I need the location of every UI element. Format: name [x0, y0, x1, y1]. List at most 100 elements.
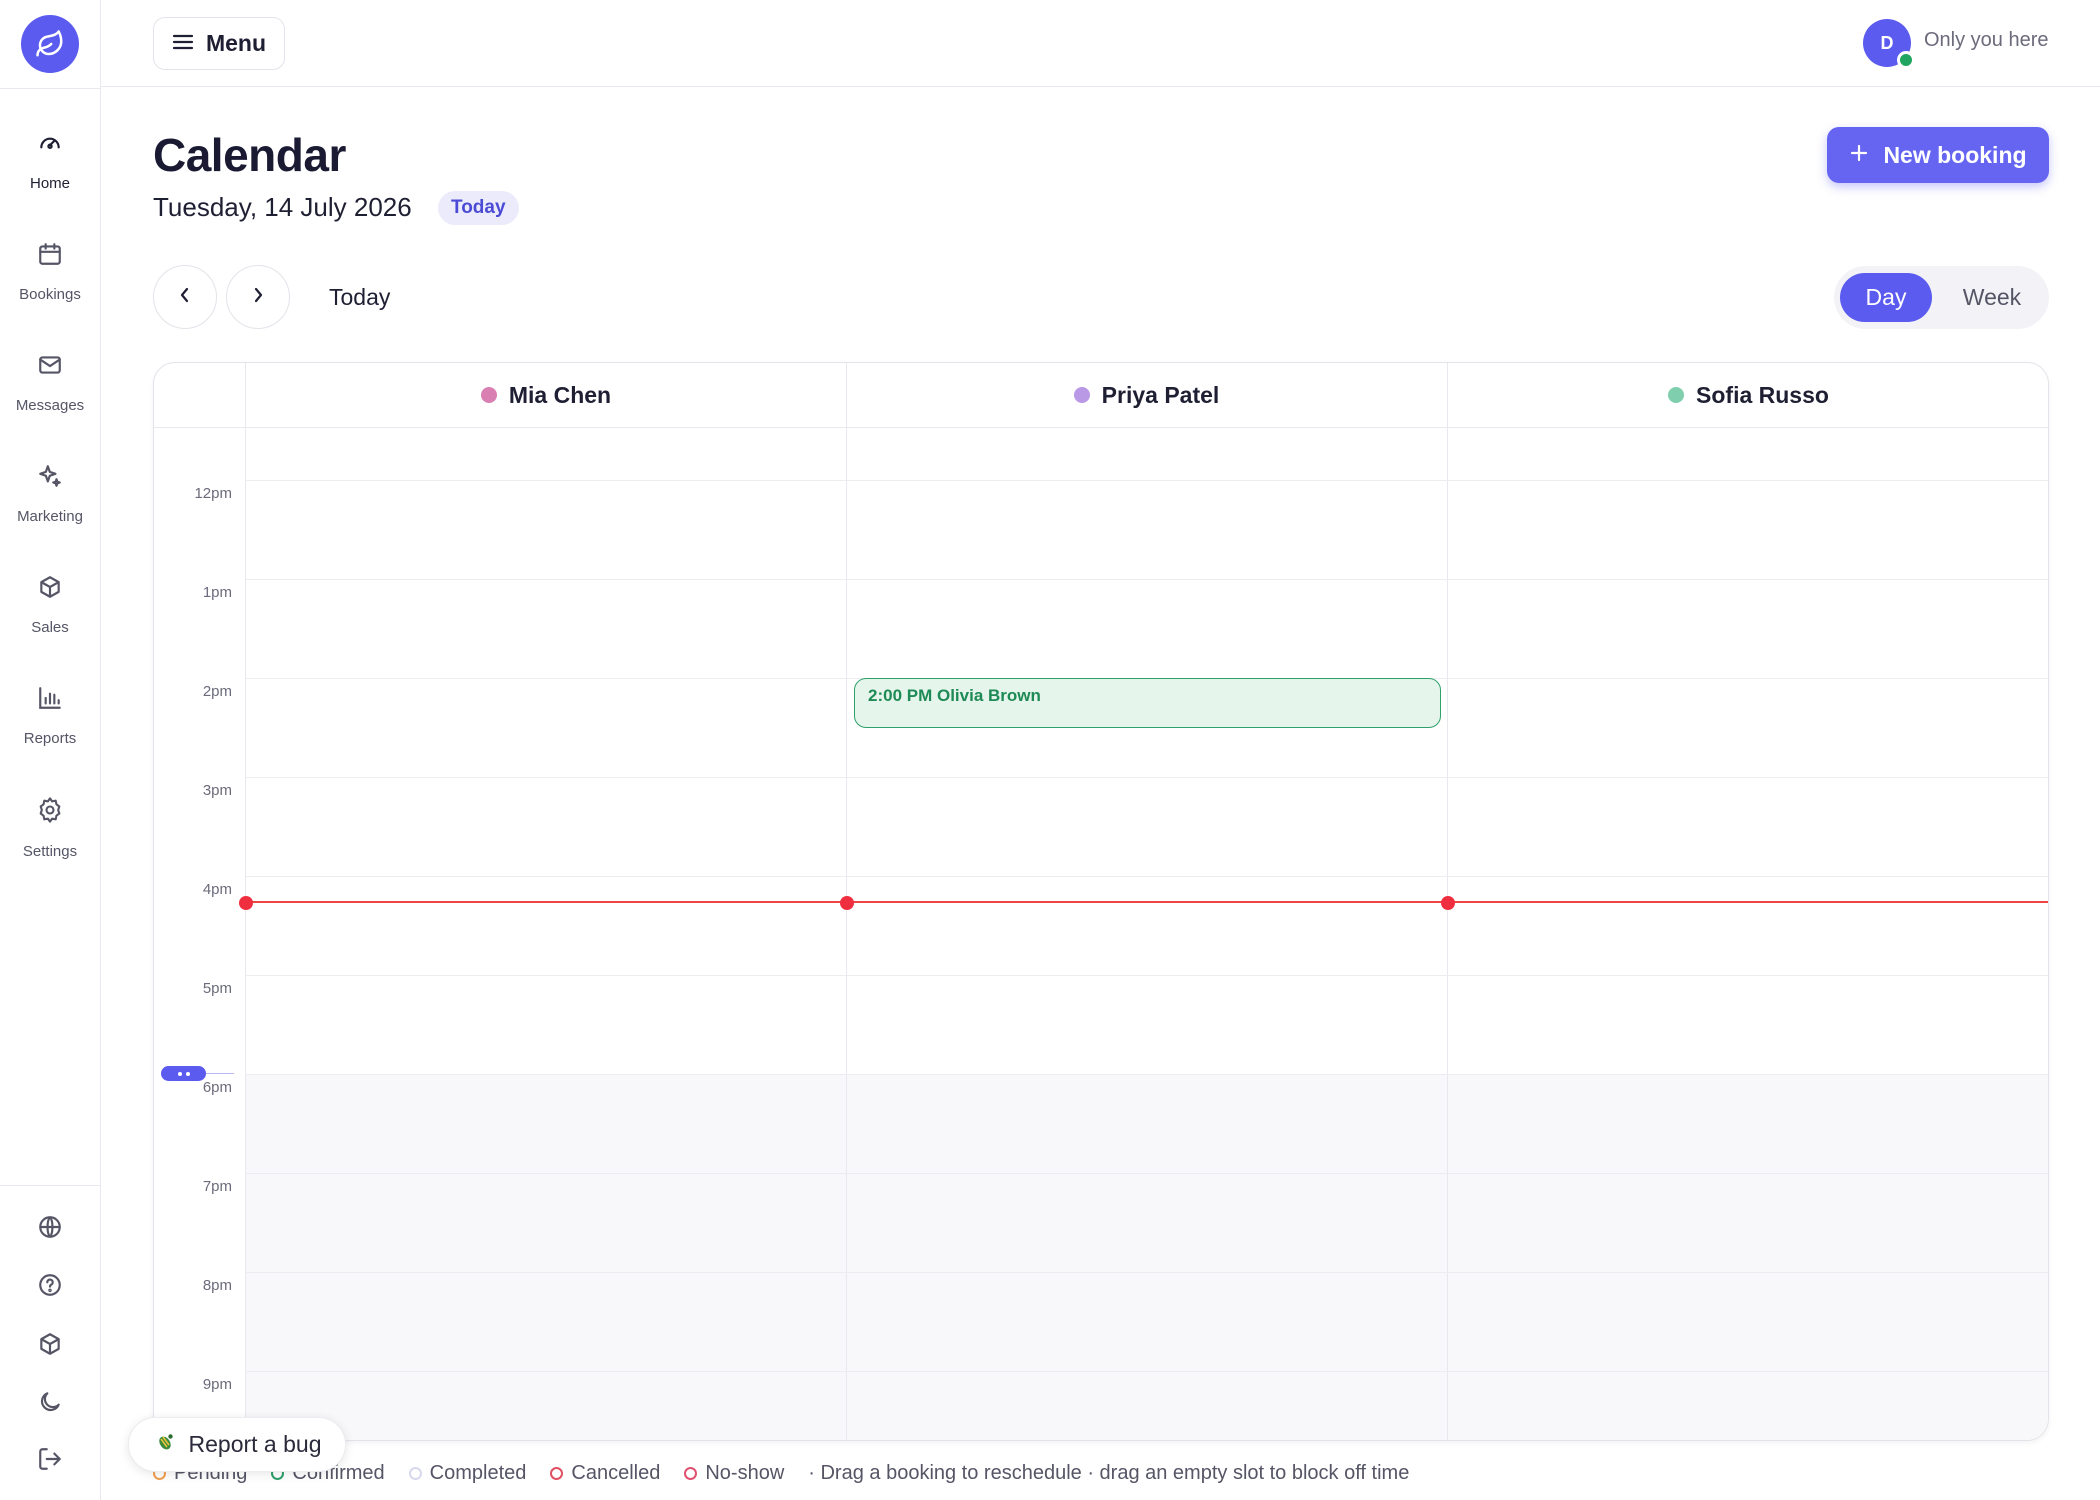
hour-line [245, 1371, 2048, 1372]
menu-label: Menu [205, 30, 267, 56]
sidebar-item-label: Reports [23, 730, 77, 747]
box-icon [37, 574, 63, 605]
help-icon[interactable] [34, 1269, 66, 1301]
legend-item-completed: Completed [408, 1461, 527, 1485]
hour-line [245, 480, 2048, 481]
legend-hint: · Drag a booking to reschedule · drag an… [808, 1461, 1410, 1484]
new-booking-button[interactable]: New booking [1827, 127, 2049, 183]
time-label: 3pm [202, 782, 232, 799]
business-hours-guide [206, 1073, 234, 1074]
staff-name: Sofia Russo [1696, 381, 1829, 408]
calendar-icon [37, 241, 63, 272]
time-label: 7pm [202, 1178, 232, 1195]
hamburger-icon [172, 30, 194, 57]
legend-item-cancelled: Cancelled [550, 1462, 660, 1485]
sidebar-item-label: Marketing [17, 508, 83, 525]
logout-icon[interactable] [34, 1443, 66, 1475]
sidebar-item-sales[interactable]: Sales [0, 574, 100, 636]
sidebar-item-bookings[interactable]: Bookings [0, 241, 100, 303]
status-ring-icon [550, 1466, 564, 1480]
bug-icon [153, 1430, 177, 1460]
view-day-button[interactable]: Day [1840, 273, 1932, 322]
previous-day-button[interactable] [153, 265, 217, 329]
hour-line [245, 1173, 2048, 1174]
sidebar-item-home[interactable]: Home [0, 130, 100, 192]
bar-chart-icon [37, 685, 63, 716]
current-time-dot [1441, 896, 1455, 910]
sidebar-item-settings[interactable]: Settings [0, 796, 100, 860]
staff-name: Mia Chen [508, 381, 612, 408]
sparkle-icon [37, 463, 63, 494]
sidebar-item-label: Bookings [19, 286, 81, 303]
globe-icon[interactable] [34, 1211, 66, 1243]
gauge-icon [37, 130, 63, 161]
current-time-dot [840, 896, 854, 910]
time-gutter-header [154, 363, 245, 428]
staff-name: Priya Patel [1101, 381, 1220, 408]
sidebar-item-label: Sales [31, 619, 69, 636]
hour-line [245, 777, 2048, 778]
hour-line [245, 579, 2048, 580]
online-status-dot [1897, 51, 1915, 69]
sidebar-item-label: Messages [15, 397, 85, 414]
presence-text: Only you here [1924, 29, 2049, 51]
time-label: 9pm [202, 1376, 232, 1393]
booking-card[interactable]: 2:00 PM Olivia Brown [854, 678, 1441, 728]
status-ring-icon [684, 1466, 698, 1480]
sidebar-item-marketing[interactable]: Marketing [0, 463, 100, 525]
chevron-left-icon [178, 286, 192, 309]
status-legend: Pending Confirmed Completed Cancelled No… [153, 1460, 1409, 1486]
current-time-dot [239, 896, 253, 910]
today-button[interactable]: Today [329, 284, 390, 311]
staff-color-dot [1668, 387, 1685, 403]
staff-column-header: Sofia Russo [1447, 363, 2048, 428]
current-time-line [245, 901, 2048, 903]
avatar-initial: D [1880, 32, 1894, 53]
avatar[interactable]: D [1863, 19, 1915, 69]
sidebar-divider [0, 1185, 100, 1186]
legend-label: No-show [705, 1461, 785, 1484]
topbar: Menu D Only you here [101, 0, 2100, 87]
sidebar-item-messages[interactable]: Messages [0, 352, 100, 414]
today-badge: Today [438, 191, 519, 225]
hour-line [245, 1272, 2048, 1273]
staff-color-dot [480, 387, 497, 403]
day-calendar-grid: Mia Chen Priya Patel Sofia Russo 12pm 1p… [153, 362, 2049, 1441]
page-title: Calendar [153, 129, 346, 181]
mail-icon [37, 352, 63, 383]
view-toggle: Day Week [1834, 266, 2049, 329]
staff-column-header: Mia Chen [246, 363, 846, 428]
hour-line [245, 1074, 2048, 1075]
plus-icon [1849, 142, 1869, 169]
time-label: 5pm [202, 980, 232, 997]
time-label: 1pm [202, 584, 232, 601]
time-label: 12pm [194, 485, 232, 502]
report-bug-button[interactable]: Report a bug [128, 1417, 346, 1472]
view-week-button[interactable]: Week [1944, 273, 2040, 322]
staff-column-header: Priya Patel [846, 363, 1447, 428]
hour-line [245, 876, 2048, 877]
gear-icon [36, 796, 64, 829]
sidebar-item-reports[interactable]: Reports [0, 685, 100, 747]
time-label: 4pm [202, 881, 232, 898]
staff-color-dot [1073, 387, 1090, 403]
business-hours-drag-handle[interactable] [161, 1066, 206, 1081]
off-hours-shading [246, 1074, 2048, 1440]
time-label: 8pm [202, 1277, 232, 1294]
time-label: 6pm [202, 1079, 232, 1096]
next-day-button[interactable] [226, 265, 290, 329]
sidebar: Home Bookings Messages Marketing Sales R… [0, 0, 101, 1500]
legend-item-no-show: No-show [684, 1462, 784, 1485]
menu-button[interactable]: Menu [153, 17, 285, 70]
time-label: 2pm [202, 683, 232, 700]
current-date: Tuesday, 14 July 2026 [153, 192, 412, 222]
report-bug-label: Report a bug [188, 1431, 322, 1457]
box-icon[interactable] [34, 1328, 66, 1360]
status-ring-icon [408, 1466, 422, 1480]
moon-icon[interactable] [34, 1386, 66, 1418]
legend-label: Completed [429, 1461, 527, 1484]
leaf-logo-icon[interactable] [21, 15, 79, 73]
new-booking-label: New booking [1883, 141, 2027, 168]
sidebar-item-label: Settings [22, 843, 78, 860]
hour-line [245, 975, 2048, 976]
